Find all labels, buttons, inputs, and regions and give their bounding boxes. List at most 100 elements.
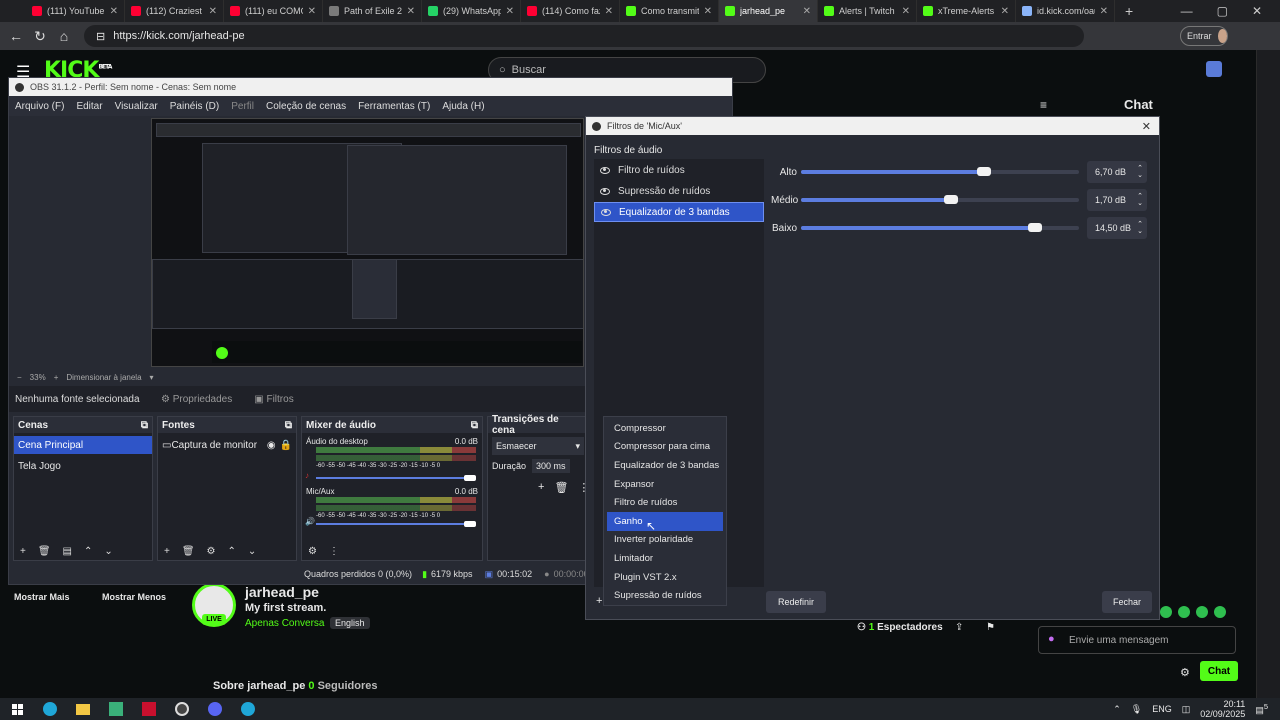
chevron-up-icon[interactable]: ⌃ bbox=[1113, 704, 1121, 715]
browser-tab[interactable]: jarhead_pe ✕ bbox=[719, 0, 818, 22]
maximize-icon[interactable]: ▢ bbox=[1217, 4, 1228, 18]
speaker-icon[interactable]: 🔊 bbox=[305, 517, 315, 526]
browser-tab[interactable]: Como transmiti ✕ bbox=[620, 0, 719, 22]
slider-handle[interactable] bbox=[1028, 223, 1042, 232]
discord-icon[interactable] bbox=[204, 698, 226, 720]
slider-handle[interactable] bbox=[977, 167, 991, 176]
chat-message-input[interactable]: Envie uma mensagem bbox=[1038, 626, 1236, 654]
browser-tab[interactable]: (111) YouTube ✕ bbox=[26, 0, 125, 22]
reload-icon[interactable]: ↻ bbox=[28, 28, 52, 45]
home-icon[interactable]: ⌂ bbox=[52, 28, 76, 44]
close-tab-icon[interactable]: ✕ bbox=[704, 6, 712, 17]
close-tab-icon[interactable]: ✕ bbox=[110, 6, 118, 17]
menu-item[interactable]: Compressor bbox=[604, 419, 726, 438]
menu-item[interactable]: Ganho bbox=[607, 511, 723, 531]
trash-icon[interactable]: 🗑 bbox=[554, 481, 568, 494]
kebab-icon[interactable]: ⋮ bbox=[329, 546, 339, 557]
close-tab-icon[interactable]: ✕ bbox=[605, 6, 613, 17]
properties-button[interactable]: ⚙ Propriedades bbox=[155, 394, 232, 405]
network-icon[interactable]: ◫ bbox=[1182, 704, 1191, 715]
menu-item[interactable]: Compressor para cima bbox=[604, 438, 726, 457]
show-less-link[interactable]: Mostrar Menos bbox=[102, 592, 166, 602]
browser-tab[interactable]: (112) Craziest M ✕ bbox=[125, 0, 224, 22]
filter-item[interactable]: Supressão de ruídos bbox=[594, 181, 764, 201]
mute-icon[interactable]: ♪ bbox=[305, 471, 309, 480]
add-filter-icon[interactable]: + bbox=[596, 595, 602, 607]
share-icon[interactable]: ⇪ bbox=[955, 622, 963, 633]
obs-menu-item[interactable]: Painéis (D) bbox=[170, 101, 219, 112]
volume-slider[interactable] bbox=[464, 521, 476, 527]
lock-icon[interactable]: 🔒 bbox=[280, 440, 292, 451]
eye-icon[interactable] bbox=[600, 166, 610, 174]
eq-slider[interactable] bbox=[801, 167, 1079, 176]
trash-icon[interactable]: 🗑 bbox=[38, 546, 51, 557]
profile-signin-button[interactable]: Entrar bbox=[1180, 26, 1228, 46]
close-button[interactable]: Fechar bbox=[1102, 591, 1152, 613]
collapse-chat-icon[interactable]: ≡ bbox=[1040, 98, 1047, 112]
category-link[interactable]: Apenas Conversa bbox=[245, 618, 325, 629]
close-icon[interactable]: ✕ bbox=[1142, 120, 1151, 133]
file-explorer-icon[interactable] bbox=[72, 698, 94, 720]
eq-value-spinbox[interactable]: 1,70 dB ⌃ ⌄ bbox=[1087, 189, 1147, 211]
channel-name[interactable]: jarhead_pe bbox=[245, 584, 319, 600]
slider-handle[interactable] bbox=[944, 195, 958, 204]
obs-menu-item[interactable]: Perfil bbox=[231, 101, 254, 112]
reset-button[interactable]: Redefinir bbox=[766, 591, 826, 613]
obs-menu-item[interactable]: Ferramentas (T) bbox=[358, 101, 430, 112]
show-more-link[interactable]: Mostrar Mais bbox=[14, 592, 70, 602]
filter-item[interactable]: Filtro de ruídos bbox=[594, 160, 764, 180]
obs-menu-item[interactable]: Coleção de cenas bbox=[266, 101, 346, 112]
windows-start-icon[interactable] bbox=[6, 698, 28, 720]
eq-value-spinbox[interactable]: 6,70 dB ⌃ ⌄ bbox=[1087, 161, 1147, 183]
eq-value-spinbox[interactable]: 14,50 dB ⌃ ⌄ bbox=[1087, 217, 1147, 239]
browser-tab[interactable]: (114) Como faz ✕ bbox=[521, 0, 620, 22]
new-tab-button[interactable]: + bbox=[1115, 3, 1133, 19]
obs-menu-item[interactable]: Editar bbox=[76, 101, 102, 112]
filter-icon[interactable]: ▤ bbox=[63, 546, 72, 557]
menu-item[interactable]: Limitador bbox=[604, 549, 726, 568]
clock[interactable]: 20:11 02/09/2025 bbox=[1200, 699, 1245, 719]
scene-item[interactable]: Cena Principal bbox=[14, 436, 152, 454]
close-tab-icon[interactable]: ✕ bbox=[308, 6, 316, 17]
browser-tab[interactable]: (29) WhatsApp ✕ bbox=[422, 0, 521, 22]
obs-menu-item[interactable]: Arquivo (F) bbox=[15, 101, 64, 112]
eye-icon[interactable]: ◉ bbox=[267, 440, 276, 451]
eye-icon[interactable] bbox=[600, 187, 610, 195]
url-field[interactable]: ⊟ https://kick.com/jarhead-pe bbox=[84, 25, 1084, 47]
obs-icon[interactable] bbox=[171, 698, 193, 720]
browser-tab[interactable]: Alerts | Twitch a ✕ bbox=[818, 0, 917, 22]
close-tab-icon[interactable]: ✕ bbox=[1100, 6, 1108, 17]
user-avatar[interactable] bbox=[1206, 61, 1222, 77]
obs-menu-item[interactable]: Visualizar bbox=[115, 101, 158, 112]
app-icon[interactable] bbox=[138, 698, 160, 720]
close-tab-icon[interactable]: ✕ bbox=[803, 6, 811, 17]
close-icon[interactable]: ✕ bbox=[1252, 4, 1262, 18]
menu-item[interactable]: Inverter polaridade bbox=[604, 531, 726, 550]
menu-item[interactable]: Equalizador de 3 bandas bbox=[604, 456, 726, 475]
minimize-icon[interactable]: — bbox=[1181, 4, 1193, 18]
source-item[interactable]: ▭ Captura de monitor ◉ 🔒 bbox=[158, 436, 296, 454]
transition-select[interactable]: Esmaecer ▾ bbox=[492, 437, 584, 455]
app-icon[interactable] bbox=[105, 698, 127, 720]
lang-indicator[interactable]: ENG bbox=[1152, 704, 1172, 714]
gear-icon[interactable]: ⚙ bbox=[308, 546, 317, 557]
chevron-down-icon[interactable]: ⌄ bbox=[104, 546, 112, 557]
close-tab-icon[interactable]: ✕ bbox=[902, 6, 910, 17]
filter-item[interactable]: Equalizador de 3 bandas bbox=[594, 202, 764, 222]
settings-icon[interactable]: ⚙ bbox=[1180, 666, 1190, 679]
obs-menu-item[interactable]: Ajuda (H) bbox=[442, 101, 484, 112]
eye-icon[interactable] bbox=[601, 208, 611, 216]
browser-tab[interactable]: (111) eu COMO ✕ bbox=[224, 0, 323, 22]
menu-item[interactable]: Supressão de ruídos bbox=[604, 586, 726, 605]
filters-button[interactable]: ▣ Filtros bbox=[232, 394, 293, 405]
menu-item[interactable]: Expansor bbox=[604, 475, 726, 494]
eq-slider[interactable] bbox=[801, 195, 1079, 204]
back-icon[interactable]: ← bbox=[4, 28, 28, 44]
add-icon[interactable]: + bbox=[538, 481, 544, 494]
menu-item[interactable]: Plugin VST 2.x bbox=[604, 568, 726, 587]
notification-icon[interactable]: ▤5 bbox=[1255, 702, 1268, 716]
report-icon[interactable]: ⚑ bbox=[986, 622, 995, 633]
browser-tab[interactable]: id.kick.com/oaut ✕ bbox=[1016, 0, 1115, 22]
chevron-up-icon[interactable]: ⌃ bbox=[84, 546, 92, 557]
obs-preview[interactable] bbox=[151, 118, 584, 367]
